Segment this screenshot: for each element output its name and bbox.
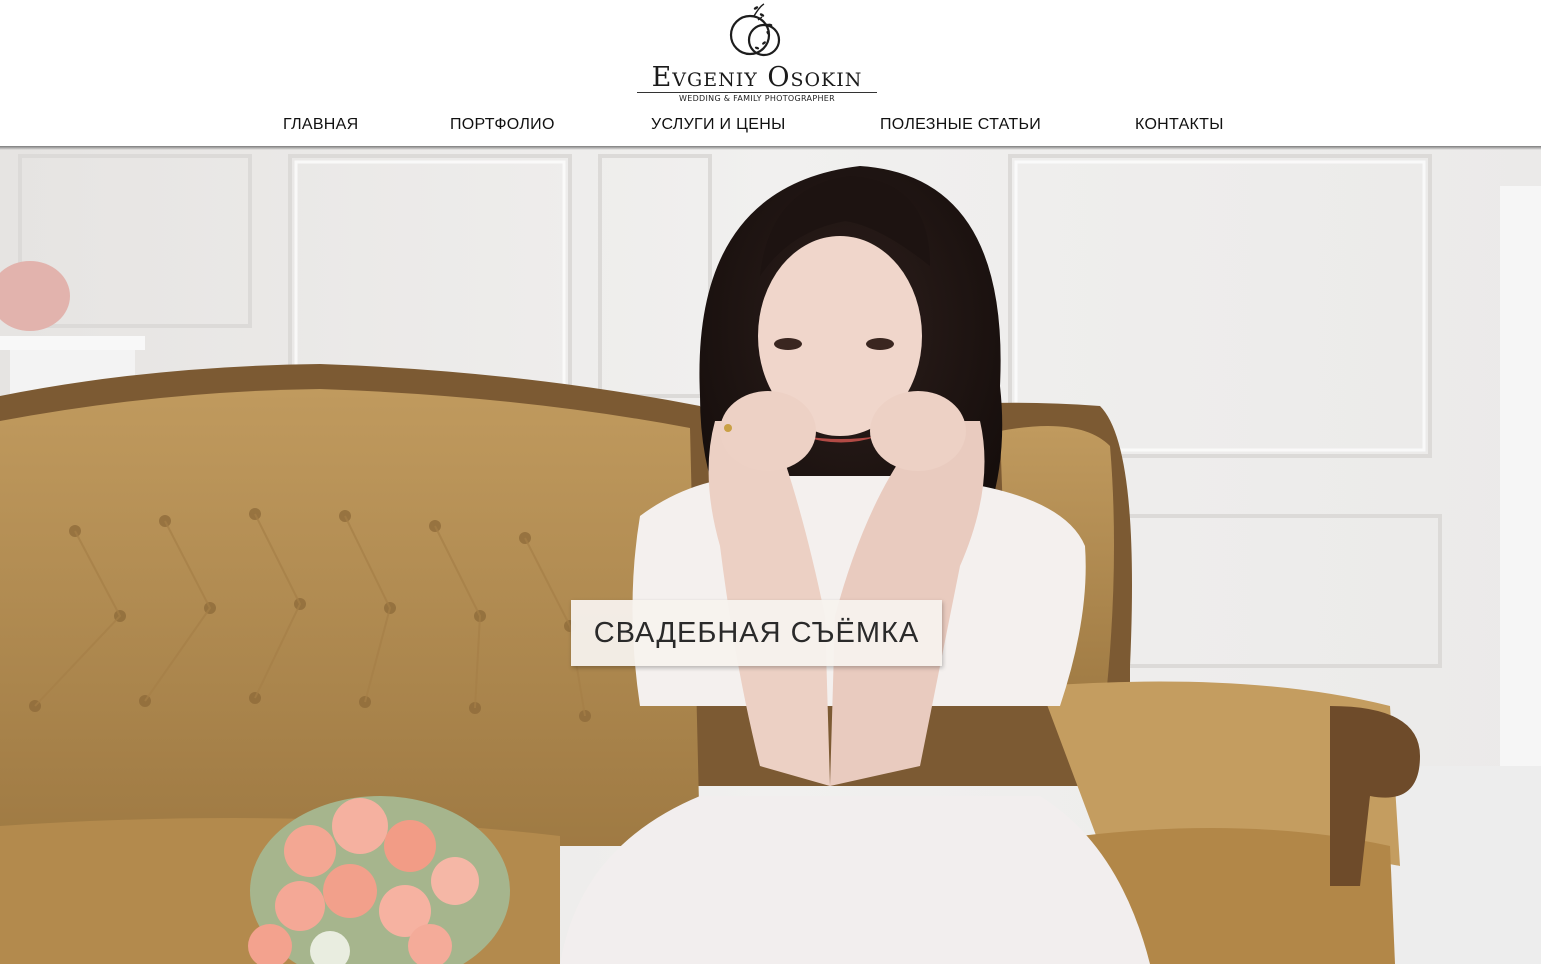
header-shadow	[0, 146, 1541, 150]
logo-name: Evgeniy Osokin	[651, 62, 863, 93]
hero-photo	[0, 146, 1541, 964]
nav-item-articles[interactable]: ПОЛЕЗНЫЕ СТАТЬИ	[880, 112, 1041, 138]
hero-caption-text: СВАДЕБНАЯ СЪЁМКА	[593, 616, 920, 649]
hero-banner	[0, 146, 1541, 964]
nav-item-portfolio[interactable]: ПОРТФОЛИО	[450, 112, 555, 138]
hero-caption[interactable]: СВАДЕБНАЯ СЪЁМКА	[571, 600, 942, 666]
logo-divider	[637, 92, 877, 93]
nav-item-home[interactable]: ГЛАВНАЯ	[283, 112, 359, 138]
logo-tagline: WEDDING & FAMILY PHOTOGRAPHER	[679, 94, 835, 103]
nav-item-services-prices[interactable]: УСЛУГИ И ЦЕНЫ	[651, 112, 786, 138]
site-header: Evgeniy Osokin WEDDING & FAMILY PHOTOGRA…	[0, 0, 1541, 146]
nav-item-contacts[interactable]: КОНТАКТЫ	[1135, 112, 1224, 138]
rings-logo-icon	[729, 3, 781, 57]
main-nav: ГЛАВНАЯ ПОРТФОЛИО УСЛУГИ И ЦЕНЫ ПОЛЕЗНЫЕ…	[0, 112, 1541, 140]
site-logo[interactable]: Evgeniy Osokin WEDDING & FAMILY PHOTOGRA…	[634, 2, 880, 106]
